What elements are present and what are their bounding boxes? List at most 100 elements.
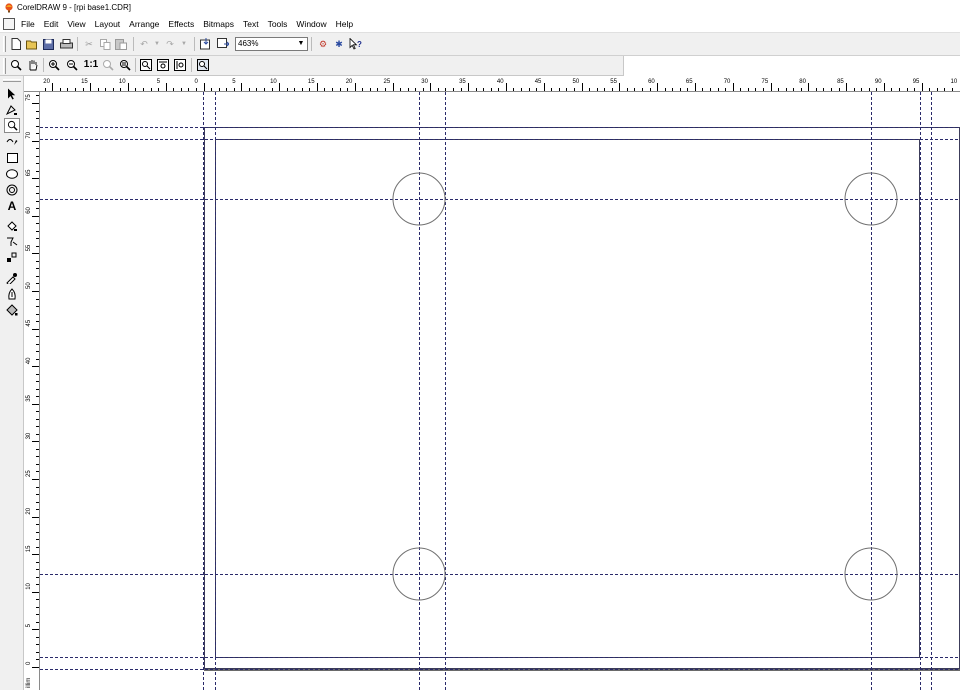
cut-icon[interactable]: ✂	[82, 37, 96, 51]
ruler-label: 70	[26, 131, 32, 138]
horizontal-ruler[interactable]: 20 15 10 5 0 5 10 15 20 25 30 35 40 45 50 55 60 65 70 75 80 8…	[24, 76, 960, 92]
outline-tool-icon[interactable]	[4, 286, 20, 301]
whats-this-help-icon[interactable]: ?	[348, 37, 362, 51]
save-icon[interactable]	[41, 37, 55, 51]
corel-tutor-icon[interactable]: ⚙	[316, 37, 330, 51]
ruler-label: 80	[799, 79, 806, 85]
pick-tool-icon[interactable]	[4, 86, 20, 101]
menu-window[interactable]: Window	[296, 18, 326, 30]
polygon-tool-icon[interactable]	[4, 182, 20, 197]
menu-edit[interactable]: Edit	[44, 18, 59, 30]
menu-help[interactable]: Help	[336, 18, 353, 30]
freehand-tool-icon[interactable]	[4, 134, 20, 149]
document-icon[interactable]	[3, 18, 15, 30]
zoom-to-selected-icon[interactable]	[101, 58, 115, 72]
zoom-to-page-width-icon[interactable]	[156, 58, 170, 72]
ruler-label: 50	[26, 282, 32, 289]
ruler-label: 25	[384, 79, 391, 85]
ruler-label: 20	[346, 79, 353, 85]
ruler-label: 65	[686, 79, 693, 85]
interactive-blend-icon[interactable]	[4, 250, 20, 265]
rectangle-tool-icon[interactable]	[4, 150, 20, 165]
drawing-canvas[interactable]	[40, 92, 960, 690]
menu-text[interactable]: Text	[243, 18, 259, 30]
chevron-down-icon[interactable]: ▼	[296, 38, 306, 50]
shape-tool-icon[interactable]	[4, 102, 20, 117]
title-bar: CorelDRAW 9 - [rpi base1.CDR]	[0, 0, 960, 16]
menu-layout[interactable]: Layout	[95, 18, 121, 30]
interactive-transparency-icon[interactable]	[4, 234, 20, 249]
ruler-label: 55	[26, 244, 32, 251]
ruler-label: 90	[875, 79, 882, 85]
zoom-tool-icon[interactable]	[4, 118, 20, 133]
toolbar-grip[interactable]	[3, 36, 6, 52]
export-icon[interactable]	[216, 37, 230, 51]
zoom-level-dropdown[interactable]: 463% ▼	[235, 37, 308, 51]
paste-icon[interactable]	[114, 37, 128, 51]
toolbar-separator	[194, 37, 195, 51]
zoom-to-all-objects-icon[interactable]	[118, 58, 132, 72]
zoom-out-icon[interactable]	[65, 58, 79, 72]
menu-view[interactable]: View	[67, 18, 85, 30]
zoom-to-page-height-icon[interactable]	[173, 58, 187, 72]
copy-icon[interactable]	[98, 37, 112, 51]
toolbar-separator	[135, 58, 136, 72]
zoom-to-page-icon[interactable]	[139, 58, 153, 72]
menu-effects[interactable]: Effects	[168, 18, 194, 30]
ruler-label: 20	[43, 79, 50, 85]
ruler-label: 35	[26, 394, 32, 401]
ruler-label: 15	[26, 545, 32, 552]
ruler-label: 95	[913, 79, 920, 85]
toolbar-separator	[311, 37, 312, 51]
toolbox-grip[interactable]	[3, 79, 21, 82]
ruler-label: 45	[535, 79, 542, 85]
ruler-label: 30	[26, 432, 32, 439]
menu-bitmaps[interactable]: Bitmaps	[203, 18, 234, 30]
open-icon[interactable]	[25, 37, 39, 51]
ellipse-tool-icon[interactable]	[4, 166, 20, 181]
zoom-toolbar: 1:1	[0, 56, 624, 76]
redo-dropdown-icon[interactable]: ▼	[177, 37, 191, 51]
hand-tool-icon[interactable]	[26, 58, 40, 72]
ruler-label: 60	[648, 79, 655, 85]
toolbar-separator	[43, 58, 44, 72]
vertical-ruler[interactable]: 75 70 65 60 55 50 45 40 35 30 25 20 15 10 5 0 illim	[24, 92, 40, 690]
ruler-label: 5	[26, 623, 32, 627]
ruler-label: 75	[26, 94, 32, 101]
ruler-label: 50	[573, 79, 580, 85]
ruler-label: 55	[610, 79, 617, 85]
toolbar-grip[interactable]	[3, 58, 6, 74]
zoom-level-value: 463%	[238, 39, 259, 48]
menu-file[interactable]: File	[21, 18, 35, 30]
ruler-label: 45	[26, 319, 32, 326]
menu-tools[interactable]: Tools	[268, 18, 288, 30]
toolbar-separator	[133, 37, 134, 51]
ruler-label: 10	[26, 582, 32, 589]
undo-dropdown-icon[interactable]: ▼	[150, 37, 164, 51]
menu-bar: File Edit View Layout Arrange Effects Bi…	[0, 16, 960, 32]
zoom-one-shot-icon[interactable]	[196, 58, 210, 72]
coreldraw-balloon-icon	[5, 3, 13, 13]
interactive-fill-icon[interactable]	[4, 218, 20, 233]
redo-icon[interactable]: ↷	[163, 37, 177, 51]
print-icon[interactable]	[59, 37, 73, 51]
toolbox: A	[0, 76, 24, 690]
zoom-actual-size-icon[interactable]: 1:1	[84, 58, 98, 72]
page-border	[204, 127, 960, 669]
application-launcher-icon[interactable]: ✱	[332, 37, 346, 51]
menu-arrange[interactable]: Arrange	[129, 18, 159, 30]
ruler-label: 70	[724, 79, 731, 85]
ruler-label: 20	[26, 507, 32, 514]
eyedropper-tool-icon[interactable]	[4, 270, 20, 285]
undo-icon[interactable]: ↶	[137, 37, 151, 51]
zoom-tool-icon[interactable]	[9, 58, 23, 72]
ruler-label: 10	[119, 79, 126, 85]
import-icon[interactable]	[199, 37, 213, 51]
fill-tool-icon[interactable]	[4, 302, 20, 317]
text-tool-icon[interactable]: A	[4, 198, 20, 213]
ruler-unit-label: illim	[26, 678, 32, 688]
ruler-label: 10	[270, 79, 277, 85]
new-icon[interactable]	[9, 37, 23, 51]
zoom-in-icon[interactable]	[47, 58, 61, 72]
ruler-label: 15	[81, 79, 88, 85]
